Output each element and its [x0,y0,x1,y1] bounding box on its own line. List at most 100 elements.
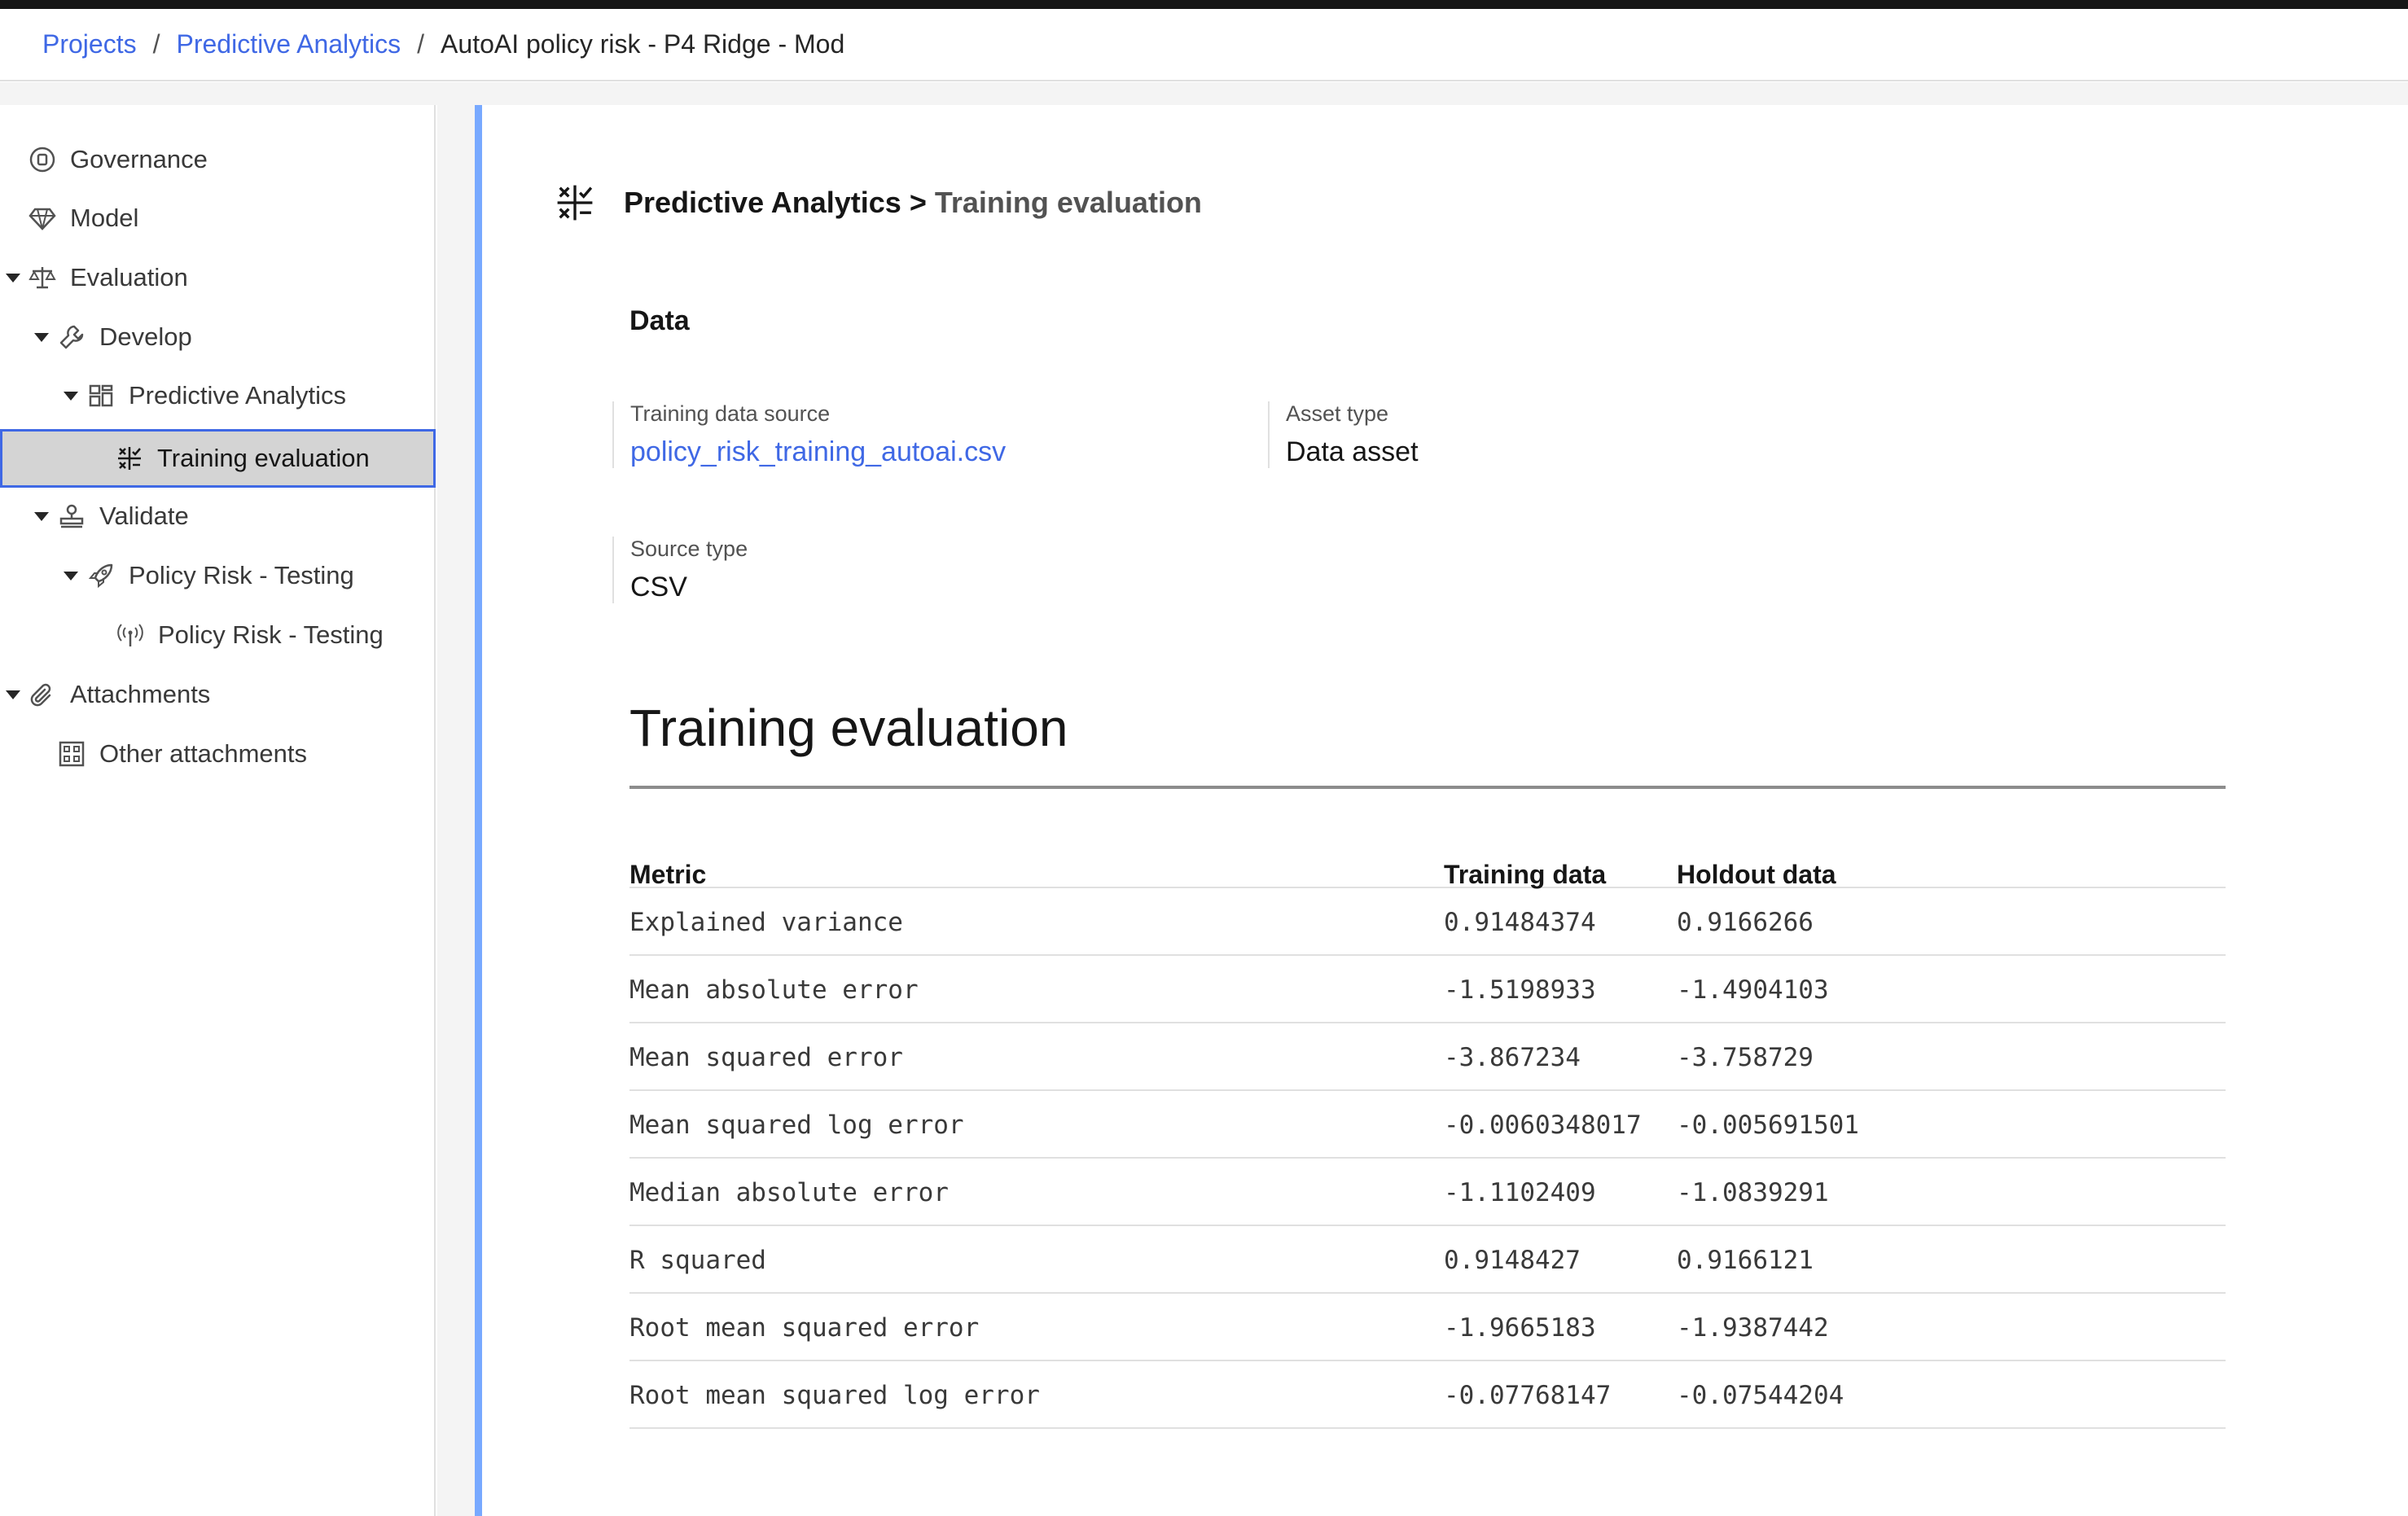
training-value: -3.867234 [1444,1043,1581,1072]
chevron-down-icon[interactable] [34,511,49,521]
top-bar [0,0,2408,9]
holdout-value: -1.9387442 [1677,1313,1829,1343]
sidebar-item-attachments[interactable]: Attachments [6,666,419,723]
sidebar-item-develop[interactable]: Develop [34,309,419,366]
metrics-table: Metric Training data Holdout data Explai… [629,814,2226,1429]
metric-name: Root mean squared error [629,1313,980,1343]
holdout-value: -0.07544204 [1677,1381,1844,1410]
sidebar-item-evaluation[interactable]: Evaluation [6,249,419,306]
holdout-value: -3.758729 [1677,1043,1814,1072]
scales-icon [28,263,57,292]
breadcrumb-separator: / [417,29,425,59]
sidebar-nav: Governance Model Evaluation Develop Pred… [0,105,436,1516]
page-title-separator: > [909,186,927,219]
training-value: 0.91484374 [1444,908,1596,937]
column-header-training-data: Training data [1444,860,1607,889]
field-label: Asset type [1286,401,1389,426]
wrench-icon [57,322,86,352]
column-header-metric: Metric [629,860,707,889]
page-gutter [0,82,2408,105]
holdout-value: -1.4904103 [1677,975,1829,1005]
sidebar-item-predictive-analytics[interactable]: Predictive Analytics [64,367,420,424]
sidebar-item-validate[interactable]: Validate [34,488,419,545]
training-value: 0.9148427 [1444,1246,1581,1275]
chevron-down-icon[interactable] [64,391,78,401]
table-row: Mean absolute error -1.5198933 -1.490410… [629,956,2226,1023]
metric-name: Mean absolute error [629,975,919,1005]
table-row: R squared 0.9148427 0.9166121 [629,1226,2226,1294]
metric-name: R squared [629,1246,766,1275]
rocket-icon [86,561,116,590]
metric-name: Median absolute error [629,1178,949,1207]
metric-name: Explained variance [629,908,903,937]
diamond-icon [28,204,57,233]
breadcrumb-link-projects[interactable]: Projects [42,29,137,59]
table-row: Root mean squared log error -0.07768147 … [629,1361,2226,1429]
governance-icon [28,145,57,174]
sidebar-item-training-evaluation[interactable]: Training evaluation [0,429,436,488]
sidebar-divider [437,105,475,1516]
metric-name: Root mean squared log error [629,1381,1040,1410]
sidebar-item-policy-risk-testing-deployment[interactable]: Policy Risk - Testing [64,547,420,604]
training-data-source-link[interactable]: policy_risk_training_autoai.csv [630,436,1231,468]
table-row: Explained variance 0.91484374 0.9166266 [629,888,2226,956]
source-type-field: Source type CSV [612,537,1231,603]
training-value: -0.0060348017 [1444,1111,1642,1140]
breadcrumb-separator: / [152,29,160,59]
training-value: -1.1102409 [1444,1178,1596,1207]
field-value: CSV [630,572,687,602]
calculator-icon [115,444,144,473]
page-title-parent: Predictive Analytics [624,186,901,219]
table-row: Mean squared error -3.867234 -3.758729 [629,1023,2226,1091]
asset-type-field: Asset type Data asset [1268,401,1838,468]
chevron-down-icon[interactable] [6,273,20,283]
breadcrumb-current: AutoAI policy risk - P4 Ridge - Mod [441,29,845,59]
page-title: Predictive Analytics > Training evaluati… [554,182,1202,224]
table-row: Mean squared log error -0.0060348017 -0.… [629,1091,2226,1159]
stamp-icon [57,502,86,531]
breadcrumb-link-predictive-analytics[interactable]: Predictive Analytics [176,29,401,59]
sidebar-item-label: Training evaluation [157,444,370,472]
metric-name: Mean squared error [629,1043,903,1072]
dashboard-icon [86,381,116,410]
column-header-holdout-data: Holdout data [1677,860,1836,889]
paperclip-icon [28,680,57,709]
chevron-down-icon[interactable] [64,571,78,581]
content-accent-bar [475,105,482,1516]
breadcrumb: Projects / Predictive Analytics / AutoAI… [0,9,2408,81]
chevron-down-icon[interactable] [34,332,49,342]
field-value: Data asset [1286,436,1419,467]
grid-icon [57,739,86,769]
sidebar-item-label: Validate [99,502,189,530]
field-label: Source type [630,537,748,561]
sidebar-item-label: Develop [99,322,192,351]
table-row: Root mean squared error -1.9665183 -1.93… [629,1294,2226,1361]
antenna-icon [116,620,145,650]
table-row: Median absolute error -1.1102409 -1.0839… [629,1159,2226,1226]
training-value: -1.9665183 [1444,1313,1596,1343]
sidebar-item-label: Other attachments [99,739,308,768]
training-value: -0.07768147 [1444,1381,1612,1410]
main-content: Predictive Analytics > Training evaluati… [482,105,2408,1516]
sidebar-item-policy-risk-testing-monitor[interactable]: Policy Risk - Testing [116,607,421,664]
training-value: -1.5198933 [1444,975,1596,1005]
sidebar-item-label: Predictive Analytics [129,381,347,410]
sidebar-item-governance[interactable]: Governance [28,131,419,188]
sidebar-item-model[interactable]: Model [28,190,419,247]
sidebar-item-other-attachments[interactable]: Other attachments [57,725,419,782]
sidebar-item-label: Model [70,204,139,232]
holdout-value: 0.9166266 [1677,908,1814,937]
holdout-value: -0.005691501 [1677,1111,1859,1140]
sidebar-item-label: Policy Risk - Testing [158,620,384,649]
sidebar-item-label: Policy Risk - Testing [129,561,354,589]
sidebar-item-label: Attachments [70,680,211,708]
evaluation-title-divider [629,786,2226,789]
chevron-down-icon[interactable] [6,690,20,699]
sidebar-item-label: Evaluation [70,263,188,291]
calculator-icon [554,182,596,224]
table-header: Metric Training data Holdout data [629,814,2226,889]
sidebar-item-label: Governance [70,145,208,173]
data-section-title: Data [629,305,690,336]
evaluation-title: Training evaluation [629,699,1068,757]
training-data-source-field: Training data source policy_risk_trainin… [612,401,1231,468]
